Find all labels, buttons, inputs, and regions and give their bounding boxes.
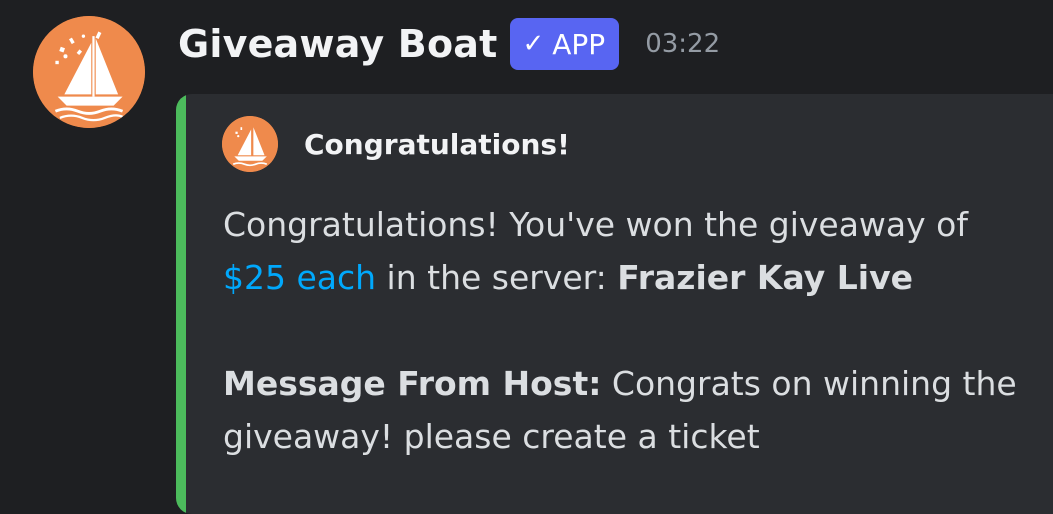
server-name: Frazier Kay Live bbox=[617, 258, 913, 297]
verified-check-icon: ✓ bbox=[522, 29, 545, 59]
host-message-text-2: giveaway! please create a ticket bbox=[223, 417, 760, 456]
message-timestamp[interactable]: 03:22 bbox=[645, 29, 720, 59]
description-line-2: $25 each in the server: Frazier Kay Live bbox=[223, 251, 1023, 304]
embed-description: Congratulations! You've won the giveaway… bbox=[223, 198, 1023, 463]
description-line-4: Message From Host: Congrats on winning t… bbox=[223, 357, 1023, 410]
sailboat-confetti-icon bbox=[222, 116, 278, 172]
embed-author: Congratulations! bbox=[222, 116, 570, 172]
sailboat-confetti-icon bbox=[33, 16, 145, 128]
message-header: Giveaway Boat ✓ APP 03:22 bbox=[178, 14, 720, 74]
server-intro-text: in the server: bbox=[376, 258, 618, 297]
embed-accent-bar bbox=[176, 94, 186, 514]
bot-avatar[interactable] bbox=[33, 16, 145, 128]
description-line-1: Congratulations! You've won the giveaway… bbox=[223, 205, 968, 244]
embed-author-icon bbox=[222, 116, 278, 172]
embed-author-name: Congratulations! bbox=[304, 127, 570, 161]
prize-link[interactable]: $25 each bbox=[223, 258, 376, 297]
host-message-label: Message From Host: bbox=[223, 364, 602, 403]
app-badge-label: APP bbox=[552, 27, 606, 61]
embed-card: Congratulations! Congratulations! You've… bbox=[176, 94, 1053, 514]
host-message-text-1: Congrats on winning the bbox=[601, 364, 1017, 403]
app-badge: ✓ APP bbox=[510, 18, 620, 70]
author-name[interactable]: Giveaway Boat bbox=[178, 22, 497, 66]
